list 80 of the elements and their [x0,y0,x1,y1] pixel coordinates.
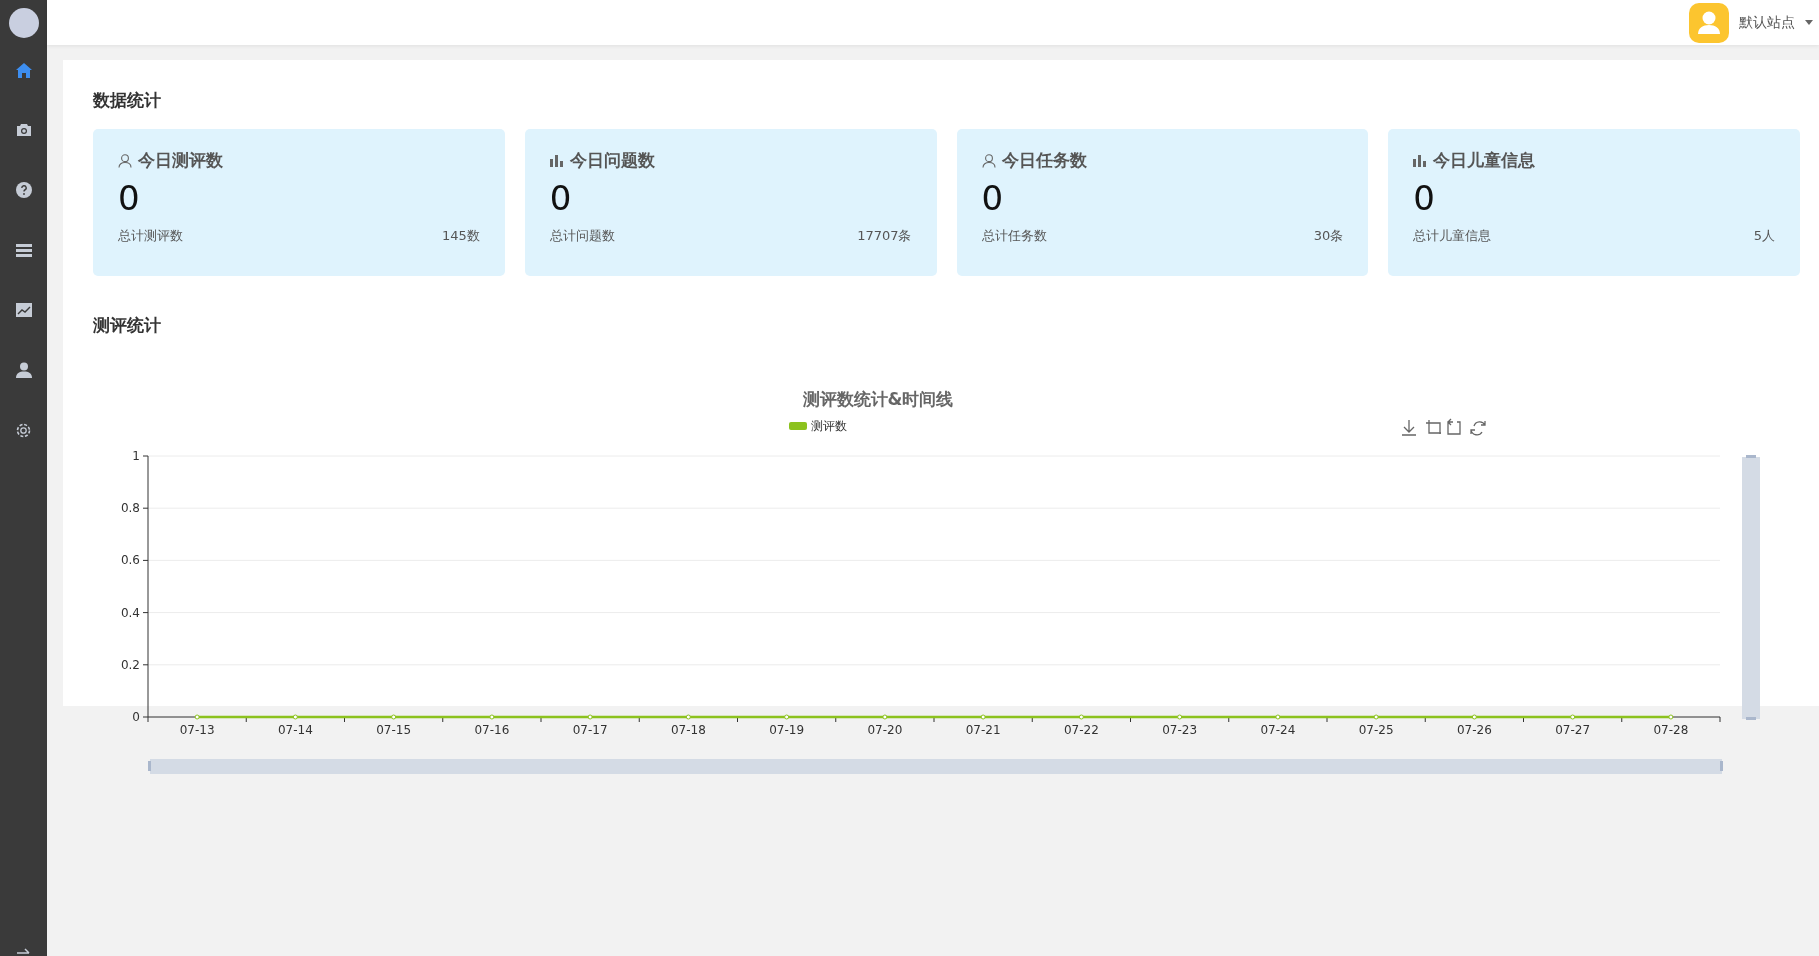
stat-value: 0 [549,180,573,218]
caret-icon [1805,20,1813,25]
data-point [1373,714,1379,720]
data-point [784,714,790,720]
data-point [1570,714,1576,720]
logout-icon[interactable] [15,948,32,956]
y-tick-label: 0.2 [120,657,140,672]
x-tick-label: 07-28 [1653,723,1689,737]
x-tick-label: 07-15 [376,723,412,737]
total-label: 总计任务数 [981,227,1047,246]
data-point [882,714,888,720]
x-tick-label: 07-19 [769,723,805,737]
legend-item[interactable]: 测评数 [789,419,847,433]
person-icon [118,153,132,168]
crop-icon[interactable] [1425,419,1442,435]
total-label: 总计儿童信息 [1413,227,1492,246]
data-point [1668,714,1674,720]
refresh-icon[interactable] [1470,420,1486,436]
total-value: 30条 [1313,227,1344,246]
settings-icon [15,421,32,439]
user-icon [15,362,32,378]
chart-title: 测评数统计&时间线 [802,389,954,409]
total-value: 145数 [441,227,480,246]
data-point [685,714,691,720]
card-title: 今日测评数 [138,149,223,172]
card-title: 今日问题数 [569,149,655,172]
data-point [292,714,298,720]
bar-chart-icon [549,154,564,167]
x-tick-label: 07-14 [277,723,313,737]
site-menu[interactable]: 默认站点 [1689,2,1819,43]
data-point [1177,714,1183,720]
x-tick-label: 07-24 [1260,723,1296,737]
x-tick-label: 07-16 [474,723,510,737]
menu-icon [15,243,32,257]
stat-value: 0 [118,180,141,218]
y-tick-label: 0.4 [120,605,140,620]
stat-value: 0 [981,180,1005,218]
y-tick-label: 1 [132,449,140,463]
total-label: 总计测评数 [118,227,183,246]
x-tick-label: 07-26 [1456,723,1492,737]
section-title: 测评统计 [93,314,162,337]
data-point [489,714,495,720]
avatar[interactable] [8,8,39,38]
total-label: 总计问题数 [549,227,615,246]
x-tick-label: 07-17 [572,723,608,737]
data-point [1078,714,1084,720]
section-title: 数据统计 [93,89,162,112]
x-tick-label: 07-18 [670,723,706,737]
data-point [1275,714,1281,720]
card-title: 今日儿童信息 [1433,149,1536,172]
data-point [980,714,986,720]
y-tick-label: 0.8 [120,501,140,516]
help-icon [15,182,32,198]
person-icon [981,153,996,168]
x-tick-label: 07-27 [1555,723,1591,737]
y-tick-label: 0.6 [120,553,140,568]
x-tick-label: 07-20 [867,723,903,737]
card-title: 今日任务数 [1001,149,1087,172]
bar-chart-icon [1413,154,1428,167]
y-tick-label: 0 [132,710,140,724]
data-point [587,714,593,720]
camera-icon [15,123,32,137]
x-tick-label: 07-25 [1358,723,1394,737]
undo-icon[interactable] [1447,418,1461,435]
total-value: 5人 [1753,227,1775,246]
legend-label: 测评数 [811,419,847,433]
vertical-range-slider[interactable] [1742,455,1760,720]
stat-value: 0 [1413,180,1436,218]
x-tick-label: 07-22 [1063,723,1099,737]
range-slider[interactable] [148,759,1723,774]
line-chart-icon [15,303,32,317]
home-icon [15,62,32,78]
x-tick-label: 07-13 [179,723,215,737]
data-point [194,714,200,720]
x-tick-label: 07-23 [1162,723,1198,737]
data-point [391,714,397,720]
download-icon[interactable] [1401,419,1417,436]
data-point [1471,714,1477,720]
x-tick-label: 07-21 [965,723,1001,737]
total-value: 17707条 [857,227,912,246]
